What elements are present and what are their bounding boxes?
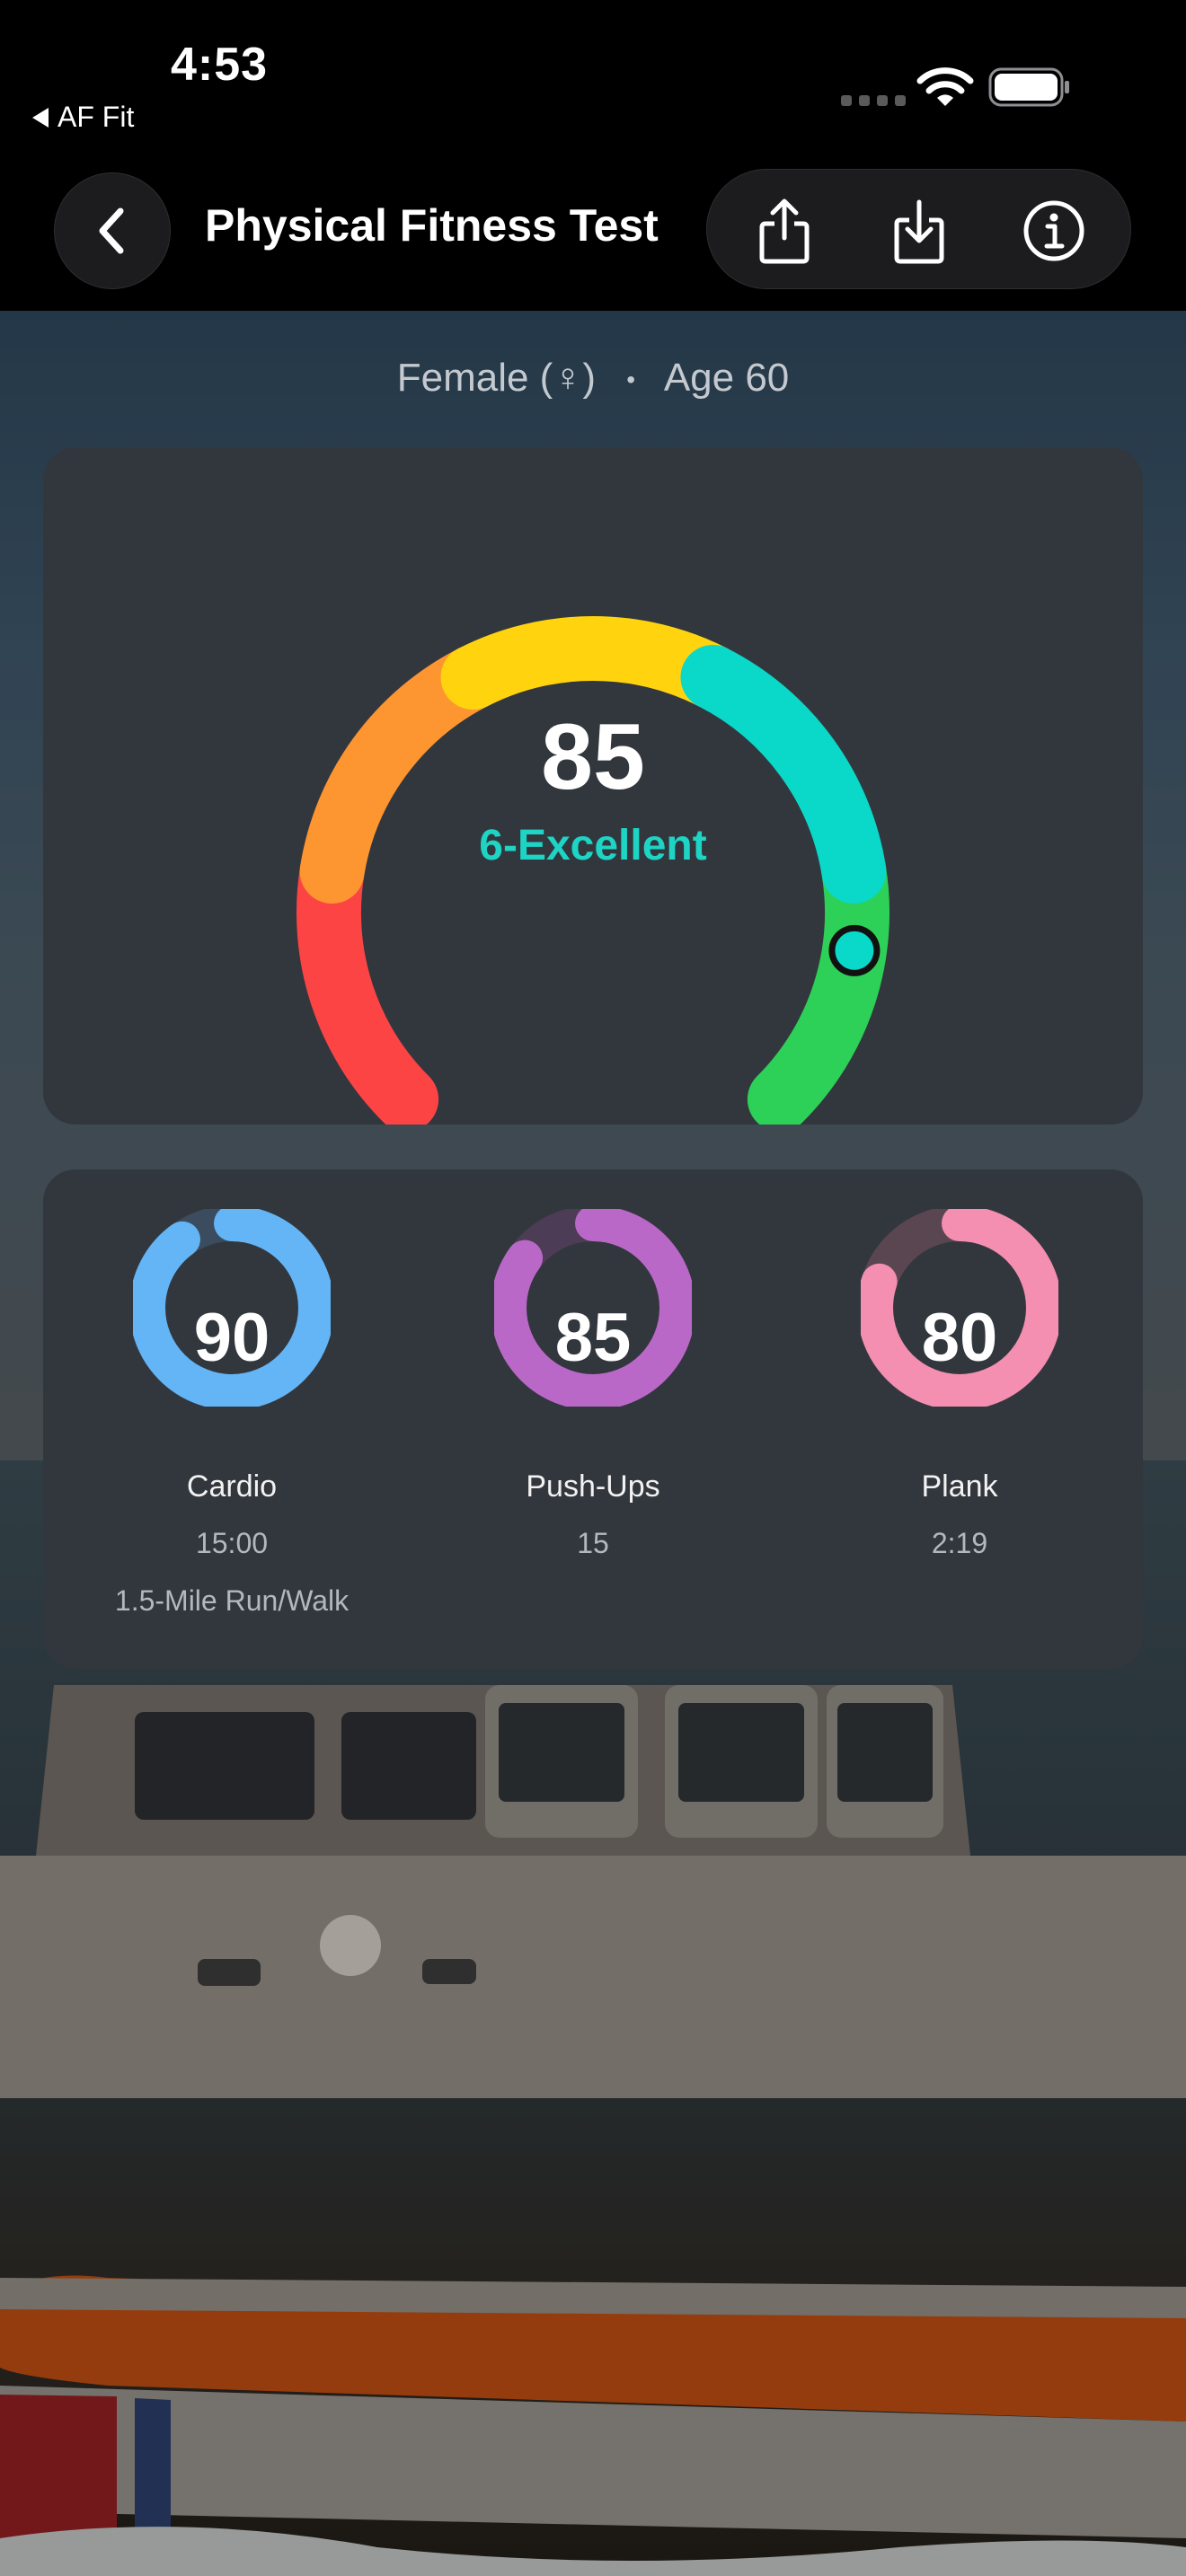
components-card: 90 Cardio 15:00 1.5-Mile Run/Walk 85 Pus… bbox=[43, 1169, 1143, 1669]
push-ups-result: 15 bbox=[577, 1527, 609, 1559]
share-icon bbox=[759, 198, 810, 264]
sex-label: Female (♀) bbox=[396, 356, 596, 400]
save-button[interactable] bbox=[876, 188, 962, 274]
overall-score-value: 85 bbox=[541, 705, 645, 809]
page-title: Physical Fitness Test bbox=[205, 200, 659, 251]
chevron-left-icon bbox=[99, 207, 124, 254]
scroll-content[interactable]: Female (♀) • Age 60 85 6-Excellent 90 Ca… bbox=[0, 311, 1186, 2576]
separator-dot: • bbox=[626, 366, 636, 394]
navigation-bar: Physical Fitness Test bbox=[0, 153, 1186, 311]
status-time: 4:53 bbox=[171, 39, 269, 91]
plank-score: 80 bbox=[921, 1300, 998, 1376]
gauge-segment-5 bbox=[747, 839, 890, 1125]
overall-rating-label: 6-Excellent bbox=[479, 822, 707, 869]
plank-result: 2:19 bbox=[931, 1527, 988, 1559]
back-app-label: AF Fit bbox=[58, 101, 135, 133]
share-button[interactable] bbox=[741, 188, 828, 274]
profile-line: Female (♀) • Age 60 bbox=[0, 356, 1186, 401]
download-icon bbox=[894, 199, 944, 264]
status-bar: 4:53 AF Fit bbox=[0, 0, 1186, 153]
age-label: Age 60 bbox=[663, 356, 790, 400]
push-ups-label: Push-Ups bbox=[526, 1469, 660, 1504]
cardio-event-note: 1.5-Mile Run/Walk bbox=[114, 1584, 350, 1617]
cellular-signal-icon bbox=[841, 95, 906, 106]
cardio-label: Cardio bbox=[186, 1469, 278, 1504]
cardio-result: 15:00 bbox=[195, 1527, 269, 1559]
cardio-score: 90 bbox=[193, 1300, 270, 1376]
back-button[interactable] bbox=[54, 172, 171, 289]
gauge-segment-1 bbox=[296, 839, 439, 1125]
wifi-icon bbox=[916, 67, 974, 106]
info-icon bbox=[1023, 200, 1084, 261]
back-to-app-link[interactable]: AF Fit bbox=[32, 101, 134, 134]
gauge-segment-3 bbox=[440, 616, 746, 710]
back-triangle-icon bbox=[32, 107, 49, 128]
battery-icon bbox=[988, 67, 1069, 107]
push-ups-score: 85 bbox=[554, 1300, 632, 1376]
info-button[interactable] bbox=[1011, 188, 1097, 274]
plank-label: Plank bbox=[921, 1469, 998, 1504]
gauge-indicator bbox=[828, 924, 881, 976]
toolbar-actions bbox=[706, 169, 1131, 289]
